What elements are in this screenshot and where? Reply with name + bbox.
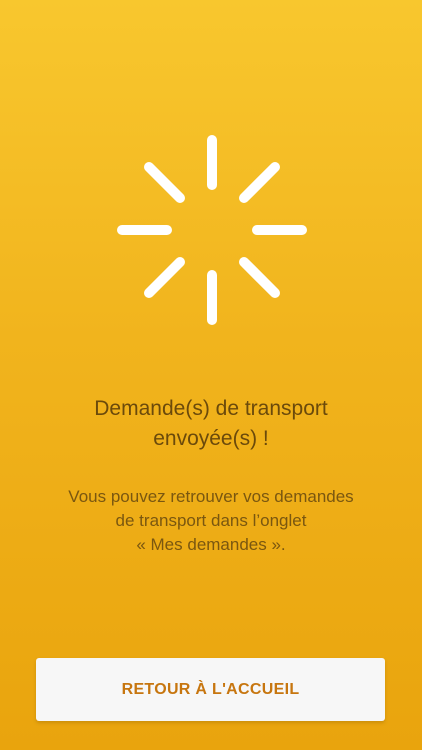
confirmation-message-line3: « Mes demandes ». bbox=[136, 535, 286, 554]
confirmation-message-line2: de transport dans l’onglet bbox=[115, 511, 307, 530]
confirmation-title: Demande(s) de transport envoyée(s) ! bbox=[0, 394, 422, 454]
confirmation-message-line1: Vous pouvez retrouver vos demandes bbox=[68, 487, 354, 506]
confirmation-screen: Demande(s) de transport envoyée(s) ! Vou… bbox=[0, 0, 422, 750]
back-to-home-button[interactable]: RETOUR À L'ACCUEIL bbox=[36, 658, 385, 721]
confirmation-title-line2: envoyée(s) ! bbox=[153, 427, 269, 450]
confirmation-title-line1: Demande(s) de transport bbox=[94, 397, 328, 420]
loading-spinner-icon bbox=[117, 135, 307, 325]
confirmation-message: Vous pouvez retrouver vos demandes de tr… bbox=[0, 485, 422, 557]
